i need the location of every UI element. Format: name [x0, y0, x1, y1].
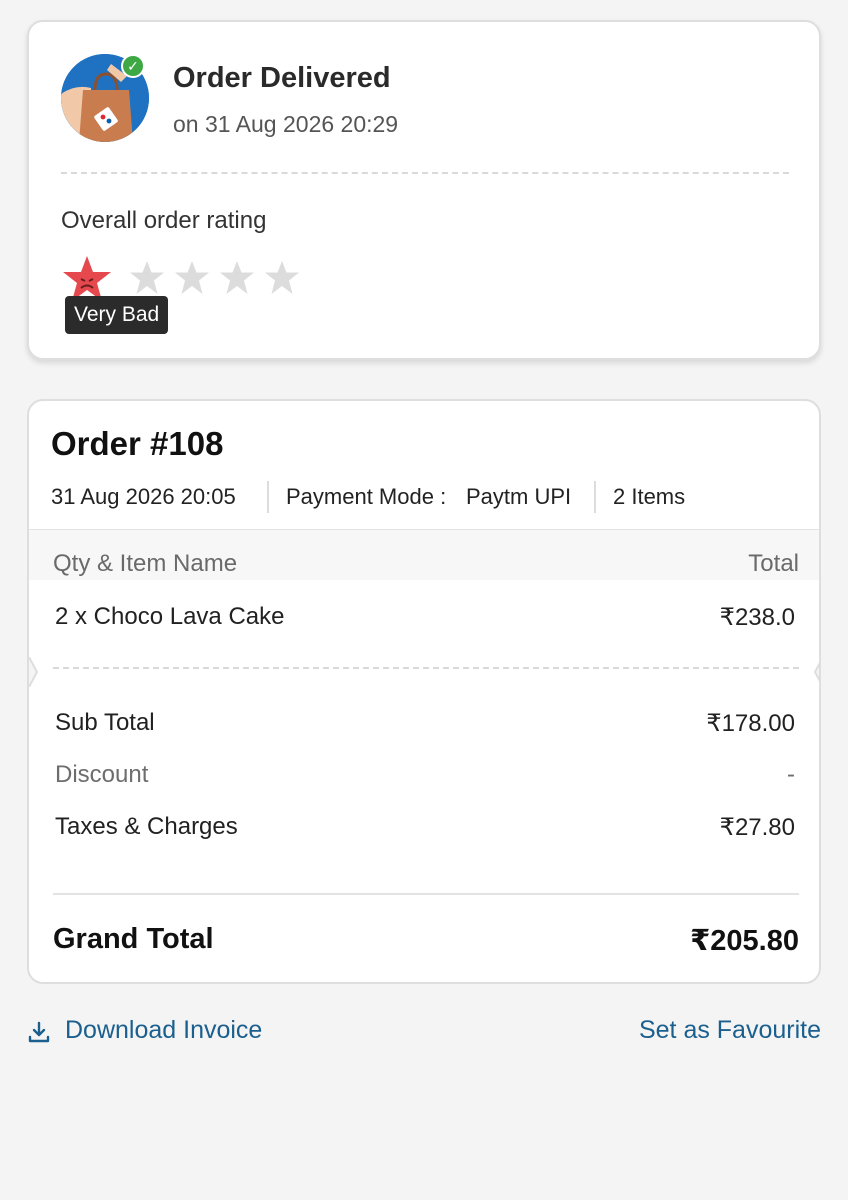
- discount-label: Discount: [55, 761, 149, 788]
- divider: [594, 481, 596, 513]
- star-4[interactable]: [219, 260, 255, 296]
- item-total: ₹238.0: [719, 604, 795, 631]
- star-3[interactable]: [174, 260, 210, 296]
- order-delivered-time: on 31 Aug 2026 20:29: [173, 111, 399, 137]
- download-icon: [28, 1021, 50, 1043]
- divider: [53, 667, 799, 669]
- sub-total-label: Sub Total: [55, 709, 155, 736]
- grand-total-value: ₹205.80: [690, 925, 799, 957]
- items-count: 2 Items: [613, 484, 686, 509]
- order-date: 31 Aug 2026 20:05: [51, 484, 236, 509]
- divider: [267, 481, 269, 513]
- order-details-card: Order #108 31 Aug 2026 20:05 Payment Mod…: [27, 399, 821, 984]
- perforation-notch: [29, 657, 819, 687]
- payment-mode-label: Payment Mode :: [286, 484, 447, 509]
- item-name: 2 x Choco Lava Cake: [55, 603, 285, 630]
- rating-label: Overall order rating: [61, 207, 267, 234]
- star-2[interactable]: [129, 260, 165, 296]
- set-favourite-button[interactable]: Set as Favourite: [639, 1016, 821, 1045]
- check-icon: ✓: [121, 54, 145, 78]
- grand-total-label: Grand Total: [53, 923, 214, 955]
- rating-tooltip: Very Bad: [65, 296, 169, 334]
- sub-total-value: ₹178.00: [706, 710, 795, 737]
- star-5[interactable]: [264, 260, 300, 296]
- column-header-item: Qty & Item Name: [53, 550, 238, 577]
- column-header-total: Total: [748, 550, 799, 577]
- taxes-label: Taxes & Charges: [55, 813, 238, 840]
- divider: [53, 893, 799, 895]
- download-invoice-label: Download Invoice: [65, 1016, 263, 1044]
- taxes-value: ₹27.80: [719, 814, 795, 841]
- divider: [61, 172, 789, 174]
- order-number: Order #108: [51, 425, 224, 462]
- order-status-card: ✓ Order Delivered on 31 Aug 2026 20:29 O…: [27, 20, 821, 360]
- payment-mode-value: Paytm UPI: [466, 484, 572, 509]
- discount-value: -: [787, 761, 795, 788]
- items-table-header: Qty & Item Name Total: [29, 530, 819, 580]
- order-status-title: Order Delivered: [173, 62, 391, 94]
